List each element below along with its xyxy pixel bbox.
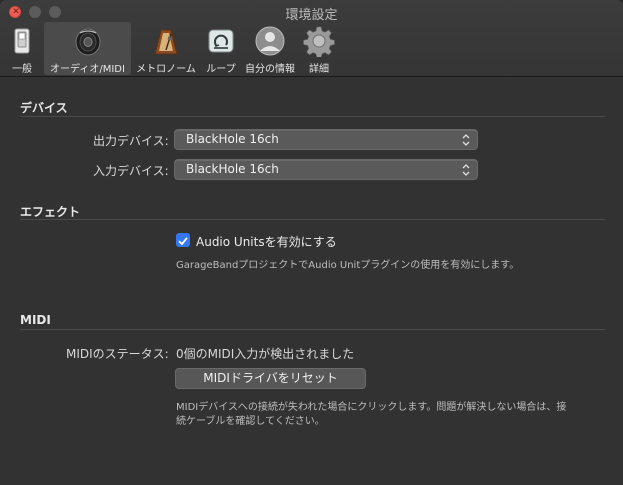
chevron-updown-icon (462, 164, 470, 176)
tab-metronome[interactable]: メトロノーム (133, 22, 199, 75)
input-device-popup[interactable]: BlackHole 16ch (174, 159, 478, 180)
output-device-value: BlackHole 16ch (186, 132, 279, 146)
general-switch-icon (14, 28, 30, 54)
effects-section-title: エフェクト (20, 205, 81, 219)
window-title: 環境設定 (285, 8, 338, 23)
tab-advanced-label: 詳細 (309, 64, 329, 75)
person-icon (255, 26, 285, 56)
loop-icon (208, 29, 234, 53)
output-device-popup[interactable]: BlackHole 16ch (174, 129, 478, 150)
tab-loop-label: ループ (206, 64, 236, 75)
audio-units-help: GarageBandプロジェクトでAudio Unitプラグインの使用を有効にし… (176, 260, 520, 271)
midi-status-label: MIDIのステータス: (66, 347, 169, 361)
midi-help-line-1: MIDIデバイスへの接続が失われた場合にクリックします。問題が解決しない場合は、… (176, 402, 567, 413)
tab-my-info[interactable]: 自分の情報 (242, 22, 298, 75)
gear-icon (303, 26, 335, 57)
midi-divider (20, 329, 605, 330)
effects-divider (20, 219, 605, 220)
midi-status-value: 0個のMIDI入力が検出されました (176, 347, 355, 361)
midi-section-title: MIDI (20, 313, 51, 327)
devices-divider (20, 116, 605, 117)
input-device-value: BlackHole 16ch (186, 162, 279, 176)
speaker-icon (75, 28, 100, 56)
input-device-label: 入力デバイス: (93, 164, 169, 178)
output-device-label: 出力デバイス: (93, 134, 169, 148)
metronome-icon (154, 29, 178, 55)
preferences-window: ✕ 環境設定 一般 オーディオ/MIDI メトロノーム ループ 自分の情報 詳細… (0, 0, 623, 485)
audio-units-checkbox[interactable] (176, 233, 190, 247)
audio-units-label[interactable]: Audio Unitsを有効にする (196, 233, 337, 250)
devices-section-title: デバイス (20, 101, 68, 115)
chevron-updown-icon (462, 134, 470, 146)
tab-general[interactable]: 一般 (4, 22, 40, 75)
reset-midi-drivers-button[interactable]: MIDIドライバをリセット (175, 368, 366, 389)
tab-my-info-label: 自分の情報 (245, 64, 295, 75)
tab-metronome-label: メトロノーム (136, 64, 196, 75)
toolbar: ✕ 環境設定 一般 オーディオ/MIDI メトロノーム ループ 自分の情報 詳細 (0, 0, 623, 77)
checkmark-icon (178, 237, 188, 246)
tab-general-label: 一般 (12, 64, 32, 75)
tab-loop[interactable]: ループ (202, 22, 240, 75)
midi-help-line-2: 続ケーブルを確認してください。 (176, 416, 325, 427)
tab-advanced[interactable]: 詳細 (300, 22, 338, 75)
tab-audio-midi-label: オーディオ/MIDI (50, 64, 125, 75)
tab-audio-midi[interactable]: オーディオ/MIDI (44, 22, 131, 75)
